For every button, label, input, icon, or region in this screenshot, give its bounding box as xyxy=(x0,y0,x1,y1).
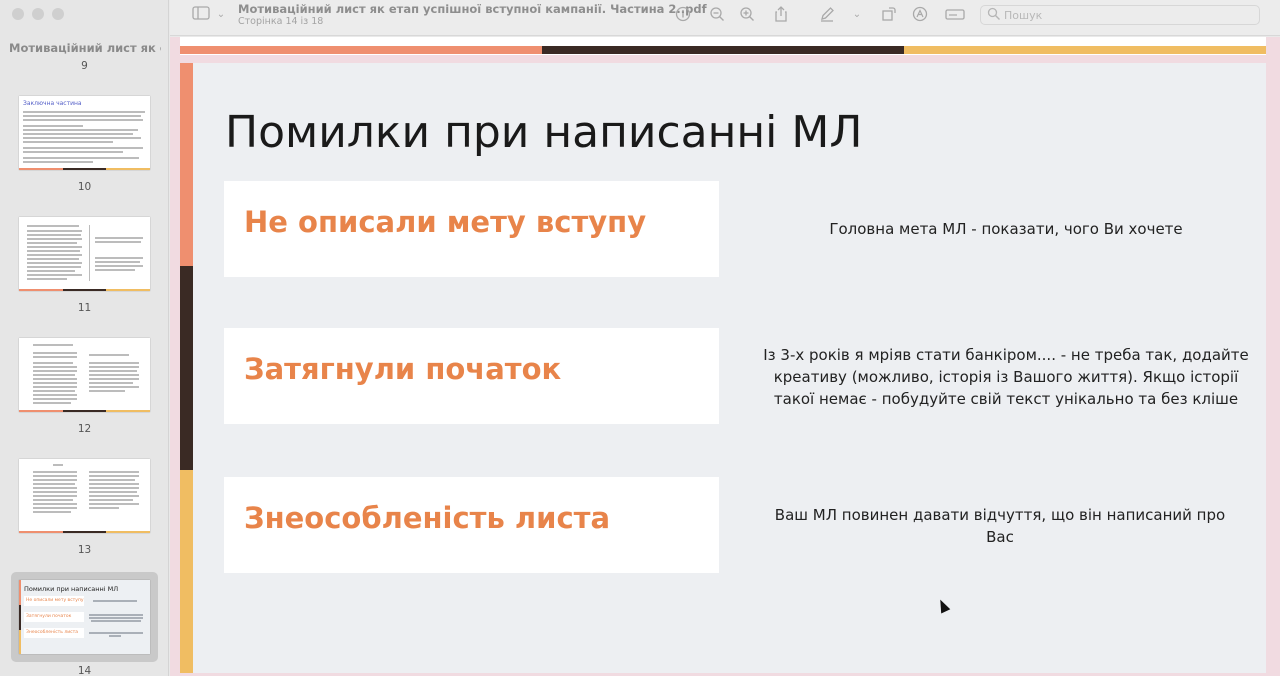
mini-label-2: Затягнули початок xyxy=(26,614,72,619)
mistake-description-2: Із 3-х років я мріяв стати банкіром.... … xyxy=(763,346,1249,408)
sidebar-toggle-icon[interactable] xyxy=(190,6,212,24)
close-button[interactable] xyxy=(12,8,24,20)
page-number-11: 11 xyxy=(77,302,92,314)
minimize-button[interactable] xyxy=(32,8,44,20)
thumbnail-heading: Помилки при написанні МЛ xyxy=(24,585,119,593)
zoom-out-icon[interactable] xyxy=(706,6,728,24)
preview-window: Мотиваційний лист як е... 9 Заключна час… xyxy=(0,0,1280,676)
page-number-12: 12 xyxy=(77,423,92,435)
thumbnail-page-11[interactable] xyxy=(19,217,150,291)
thumbnail-page-14[interactable]: Помилки при написанні МЛ Не описали мету… xyxy=(19,580,150,654)
toolbar: ⌄ Мотиваційний лист як етап успішної вст… xyxy=(170,0,1280,36)
window-controls[interactable] xyxy=(12,8,64,20)
form-icon[interactable] xyxy=(944,6,966,24)
side-stripe-dark xyxy=(180,266,193,470)
thumbnail-sidebar[interactable]: Мотиваційний лист як е... 9 Заключна час… xyxy=(0,0,169,676)
page-number-14: 14 xyxy=(77,665,92,676)
mouse-cursor-icon xyxy=(935,597,951,614)
mistake-description-3: Ваш МЛ повинен давати відчуття, що він н… xyxy=(774,506,1226,546)
thumbnail-heading: Заключна частина xyxy=(23,100,82,107)
page-number-10: 10 xyxy=(77,181,92,193)
document-viewer[interactable]: Помилки при написанні МЛ Не описали мету… xyxy=(170,37,1280,676)
mistake-card-3: Знеособленість листа xyxy=(224,477,719,573)
mistake-label-1: Не описали мету вступу xyxy=(244,205,647,239)
slide-page-14: Помилки при написанні МЛ Не описали мету… xyxy=(180,63,1266,673)
mistake-card-1: Не описали мету вступу xyxy=(224,181,719,277)
chevron-down-icon[interactable]: ⌄ xyxy=(846,6,868,24)
annotate-icon[interactable] xyxy=(909,6,931,24)
sidebar-title: Мотиваційний лист як е... xyxy=(9,41,161,55)
page-number-9: 9 xyxy=(81,60,88,72)
search-field[interactable]: Пошук xyxy=(980,5,1260,25)
info-icon[interactable] xyxy=(672,6,694,24)
thumbnail-page-12[interactable] xyxy=(19,338,150,412)
page-number-13: 13 xyxy=(77,544,92,556)
zoom-in-icon[interactable] xyxy=(736,6,758,24)
mistake-card-2: Затягнули початок xyxy=(224,328,719,424)
document-title: Мотиваційний лист як етап успішної вступ… xyxy=(238,2,707,16)
share-icon[interactable] xyxy=(770,6,792,24)
search-placeholder: Пошук xyxy=(1004,9,1043,22)
mistake-label-3: Знеособленість листа xyxy=(244,501,611,535)
slide-title: Помилки при написанні МЛ xyxy=(225,107,863,158)
markup-pen-icon[interactable] xyxy=(816,6,838,24)
mistake-label-2: Затягнули початок xyxy=(244,352,562,386)
side-stripe-salmon xyxy=(180,63,193,266)
zoom-button[interactable] xyxy=(52,8,64,20)
rotate-icon[interactable] xyxy=(878,6,900,24)
search-icon xyxy=(987,7,1001,24)
thumbnail-page-13[interactable] xyxy=(19,459,150,533)
page-indicator: Сторінка 14 із 18 xyxy=(238,16,324,27)
chevron-down-icon[interactable]: ⌄ xyxy=(210,6,232,24)
mini-label-3: Знеособленість листа xyxy=(26,630,79,635)
previous-page-stripe xyxy=(180,46,1266,54)
thumbnail-page-10[interactable]: Заключна частина xyxy=(19,96,150,170)
mini-label-1: Не описали мету вступу xyxy=(26,598,84,603)
side-stripe-yellow xyxy=(180,470,193,673)
mistake-description-1: Головна мета МЛ - показати, чого Ви хоче… xyxy=(829,220,1183,238)
